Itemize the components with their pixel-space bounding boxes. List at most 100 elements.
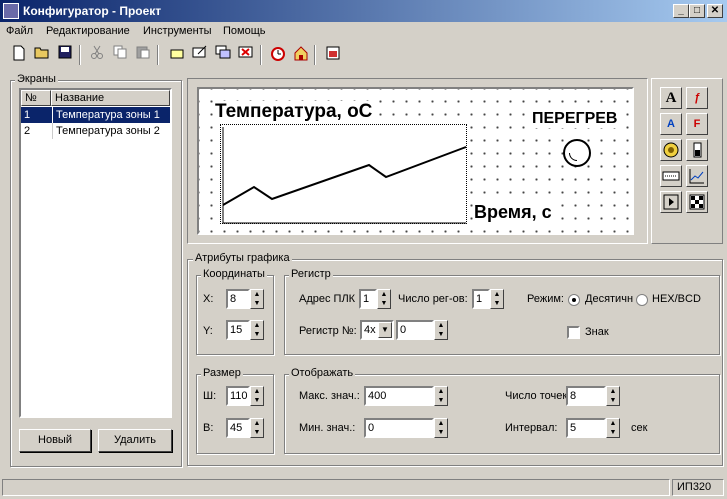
y-spinner[interactable]: ▲ ▼ xyxy=(250,320,264,340)
row-num: 1 xyxy=(24,109,31,121)
app-icon xyxy=(3,3,19,19)
row-name: Температура зоны 1 xyxy=(52,107,170,123)
x-spinner[interactable]: ▲ ▼ xyxy=(250,289,264,309)
button-tool-icon[interactable] xyxy=(660,191,682,213)
plc-address-spinner[interactable]: ▲ ▼ xyxy=(377,289,391,309)
min-value-label: Мин. знач.: xyxy=(299,422,356,434)
graph-tool-icon[interactable] xyxy=(686,165,708,187)
close-button[interactable]: ✕ xyxy=(707,4,723,18)
height-spinner[interactable]: ▲ ▼ xyxy=(250,418,264,438)
table-row[interactable]: 1 Температура зоны 1 xyxy=(21,107,170,123)
height-label: В: xyxy=(203,422,214,434)
rectangle-icon[interactable] xyxy=(166,44,188,66)
screen-preview-canvas[interactable]: Температура, оС ПЕРЕГРЕВ Время, с xyxy=(197,87,634,235)
row-num: 2 xyxy=(24,125,31,137)
max-value-label: Макс. знач.: xyxy=(299,390,360,402)
delete-screen-button[interactable]: Удалить xyxy=(98,429,172,452)
menu-help[interactable]: Помощь xyxy=(223,25,266,37)
save-icon[interactable] xyxy=(54,44,76,66)
minimize-button[interactable]: _ xyxy=(673,4,689,18)
paste-icon[interactable] xyxy=(132,44,154,66)
points-count-input[interactable]: 8 xyxy=(566,386,606,406)
max-value-spinner[interactable]: ▲ ▼ xyxy=(434,386,448,406)
bitmap-tool-icon[interactable] xyxy=(686,191,708,213)
width-label: Ш: xyxy=(203,390,217,402)
reg-count-input[interactable]: 1 xyxy=(472,289,490,309)
plc-address-input[interactable]: 1 xyxy=(359,289,377,309)
points-count-label: Число точек xyxy=(505,390,568,402)
y-input[interactable]: 15 xyxy=(226,320,250,340)
x-label: X: xyxy=(203,293,214,305)
interval-label: Интервал: xyxy=(505,422,558,434)
text-tool-icon[interactable]: A xyxy=(660,87,682,109)
alarm-clock-icon[interactable] xyxy=(267,44,289,66)
tool-palette: A ƒ A F xyxy=(651,78,723,244)
reg-count-spinner[interactable]: ▲ ▼ xyxy=(490,289,504,309)
menu-edit[interactable]: Редактирование xyxy=(46,25,130,37)
new-file-icon[interactable] xyxy=(8,44,30,66)
menu-tools[interactable]: Инструменты xyxy=(143,25,212,37)
alarm-lamp[interactable] xyxy=(563,139,591,167)
chevron-down-icon[interactable]: ▼ xyxy=(378,322,392,338)
bar-indicator-icon[interactable] xyxy=(686,139,708,161)
mode-decimal-radio[interactable] xyxy=(568,294,580,306)
menu-bar: Файл Редактирование Инструменты Помощь xyxy=(0,22,727,40)
status-device: ИП320 xyxy=(672,479,724,496)
window-title: Конфигуратор - Проект xyxy=(23,4,162,18)
y-label: Y: xyxy=(203,325,213,337)
width-spinner[interactable]: ▲ ▼ xyxy=(250,386,264,406)
preview-x-label[interactable]: Время, с xyxy=(474,202,552,223)
mode-hex-radio[interactable] xyxy=(636,294,648,306)
copy-icon[interactable] xyxy=(109,44,131,66)
edit-screen-icon[interactable] xyxy=(189,44,211,66)
menu-file[interactable]: Файл xyxy=(6,25,33,37)
alarm-text[interactable]: ПЕРЕГРЕВ xyxy=(532,110,618,128)
graph-widget[interactable] xyxy=(220,124,467,224)
max-value-input[interactable]: 400 xyxy=(364,386,434,406)
column-header-name[interactable]: Название xyxy=(51,90,170,106)
font-tool-icon[interactable]: ƒ xyxy=(686,87,708,109)
column-header-num[interactable]: № xyxy=(21,90,51,106)
reg-type-select[interactable]: 4x ▼ xyxy=(360,320,394,340)
graph-line xyxy=(222,127,467,224)
new-screen-button[interactable]: Новый xyxy=(19,429,91,452)
status-main xyxy=(2,479,670,496)
interval-input[interactable]: 5 xyxy=(566,418,606,438)
export-icon[interactable] xyxy=(322,44,344,66)
points-count-spinner[interactable]: ▲ ▼ xyxy=(606,386,620,406)
interval-spinner[interactable]: ▲ ▼ xyxy=(606,418,620,438)
numeric-field-icon[interactable] xyxy=(660,165,682,187)
register-group-label: Регистр xyxy=(289,268,333,280)
table-row[interactable]: 2 Температура зоны 2 xyxy=(21,123,170,139)
toolbar xyxy=(4,44,354,70)
display-group xyxy=(284,374,720,454)
reg-type-value: 4x xyxy=(364,324,376,336)
screens-icon[interactable] xyxy=(212,44,234,66)
open-folder-icon[interactable] xyxy=(31,44,53,66)
rotate-text-icon[interactable]: A xyxy=(660,113,682,135)
min-value-spinner[interactable]: ▲ ▼ xyxy=(434,418,448,438)
delete-screen-icon[interactable] xyxy=(235,44,257,66)
lamp-tool-icon[interactable] xyxy=(660,139,682,161)
interval-unit: сек xyxy=(631,422,648,434)
font-color-icon[interactable]: F xyxy=(686,113,708,135)
reg-num-input[interactable]: 0 xyxy=(396,320,434,340)
mode-label: Режим: xyxy=(527,293,564,305)
maximize-button[interactable]: □ xyxy=(689,4,705,18)
sign-checkbox[interactable] xyxy=(567,326,580,339)
sign-label[interactable]: Знак xyxy=(585,326,609,338)
x-input[interactable]: 8 xyxy=(226,289,250,309)
reg-num-spinner[interactable]: ▲ ▼ xyxy=(434,320,448,340)
title-bar: Конфигуратор - Проект _ □ ✕ xyxy=(0,0,727,22)
mode-hex-label[interactable]: HEX/BCD xyxy=(652,293,701,305)
width-input[interactable]: 110 xyxy=(226,386,250,406)
plc-address-label: Адрес ПЛК xyxy=(299,293,356,305)
status-bar: ИП320 xyxy=(2,478,725,497)
cut-icon[interactable] xyxy=(86,44,108,66)
screens-list[interactable]: № Название 1 Температура зоны 1 2 Температ… xyxy=(19,88,172,418)
home-icon[interactable] xyxy=(290,44,312,66)
preview-title[interactable]: Температура, оС xyxy=(215,101,373,123)
min-value-input[interactable]: 0 xyxy=(364,418,434,438)
height-input[interactable]: 45 xyxy=(226,418,250,438)
mode-decimal-label[interactable]: Десятичн xyxy=(585,293,633,305)
